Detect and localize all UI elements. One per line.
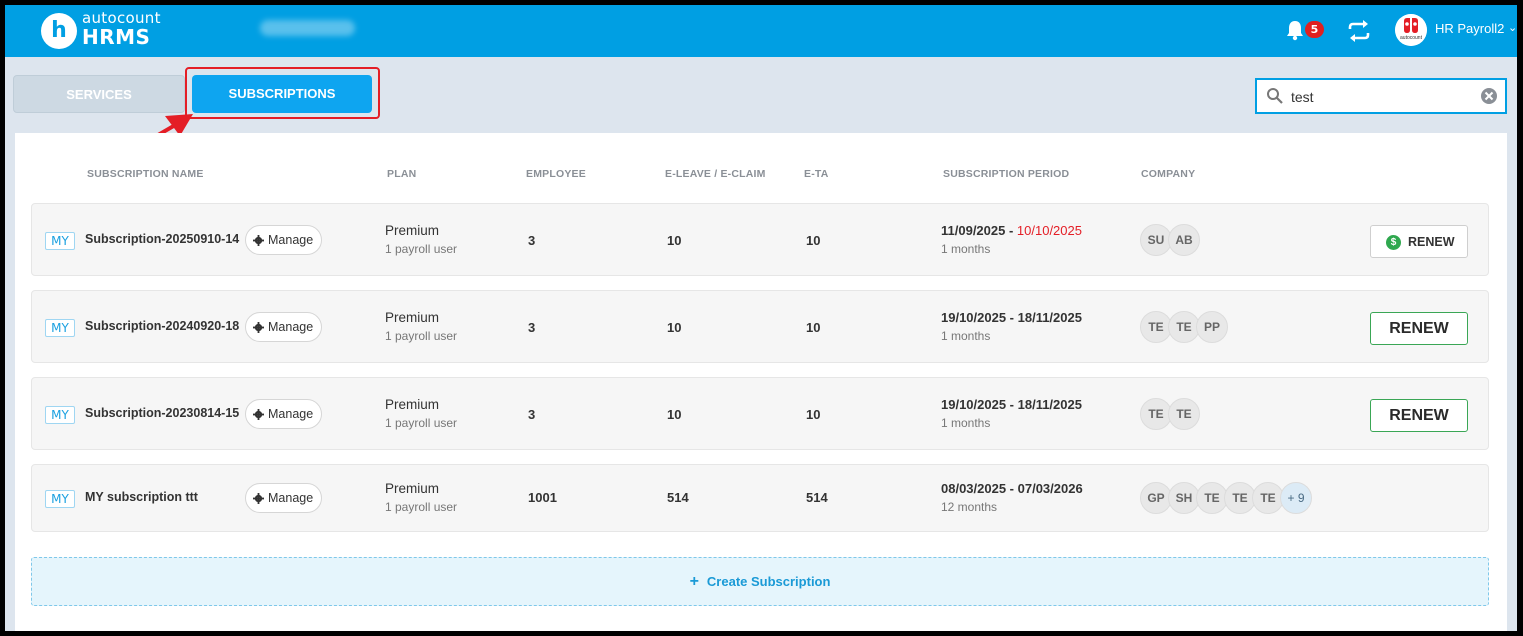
country-tag: MY [45,319,75,337]
subscription-name: Subscription-20250910-14 [85,232,240,246]
leave-claim-count: 10 [667,407,682,422]
renew-label: RENEW [1408,235,1455,249]
eta-count: 514 [806,490,828,505]
column-header-eta: E-TA [804,168,829,180]
leave-claim-count: 514 [667,490,689,505]
plan-name: Premium [385,310,440,325]
subscription-period: 19/10/2025 - 18/11/2025 [941,310,1082,325]
period-duration: 1 months [941,242,991,256]
manage-label: Manage [268,491,314,505]
table-row: MY MY subscription ttt Manage Premium 1 … [31,464,1489,532]
manage-button[interactable]: Manage [245,312,322,342]
eta-count: 10 [806,407,821,422]
manage-label: Manage [268,233,314,247]
gear-icon [253,493,264,504]
plan-name: Premium [385,397,440,412]
gear-icon [253,322,264,333]
employee-count: 3 [528,233,536,248]
manage-button[interactable]: Manage [245,483,322,513]
plan-name: Premium [385,481,440,496]
create-subscription-button[interactable]: + Create Subscription [31,557,1489,606]
search-input[interactable] [1291,87,1471,107]
plan-detail: 1 payroll user [385,329,458,343]
employee-count: 3 [528,407,536,422]
manage-button[interactable]: Manage [245,399,322,429]
employee-count: 1001 [528,490,557,505]
plan-detail: 1 payroll user [385,500,458,514]
avatar-text: autocount [1400,35,1422,41]
gear-icon [253,409,264,420]
subscription-period: 08/03/2025 - 07/03/2026 [941,481,1083,496]
period-duration: 1 months [941,329,991,343]
plus-icon: + [689,573,699,590]
chevron-down-icon[interactable]: ⌄ [1508,21,1517,34]
subscription-period: 19/10/2025 - 18/11/2025 [941,397,1082,412]
period-duration: 1 months [941,416,991,430]
manage-button[interactable]: Manage [245,225,322,255]
period-duration: 12 months [941,500,998,514]
company-chip[interactable]: PP [1196,311,1228,343]
period-start: 11/09/2025 - [941,223,1017,238]
clear-search-icon[interactable] [1480,87,1498,105]
more-companies-chip[interactable]: + 9 [1280,482,1312,514]
plan-detail: 1 payroll user [385,242,458,256]
company-name-blurred [260,20,355,36]
leave-claim-count: 10 [667,233,682,248]
column-header-company: COMPANY [1141,168,1196,180]
highlight-annotation-box [185,67,380,119]
table-row: MY Subscription-20240920-18 Manage Premi… [31,290,1489,363]
logo-product: HRMS [82,25,151,49]
user-name[interactable]: HR Payroll2 [1435,21,1504,36]
leave-claim-count: 10 [667,320,682,335]
eta-count: 10 [806,233,821,248]
dollar-icon: $ [1386,235,1401,250]
table-row: MY Subscription-20250910-14 Manage Premi… [31,203,1489,276]
table-row: MY Subscription-20230814-15 Manage Premi… [31,377,1489,450]
column-header-name: SUBSCRIPTION NAME [87,168,204,180]
subscriptions-panel: SUBSCRIPTION NAME PLAN EMPLOYEE E-LEAVE … [15,133,1507,631]
avatar-logo-icon [1395,14,1427,46]
top-bar: h autocount HRMS 5 autocount HR Payroll2… [5,5,1517,57]
subscription-name: Subscription-20230814-15 [85,406,240,420]
logo-icon[interactable]: h [41,13,77,49]
column-header-plan: PLAN [387,168,417,180]
column-header-period: SUBSCRIPTION PERIOD [943,168,1070,180]
subscription-name: Subscription-20240920-18 [85,319,240,333]
avatar[interactable]: autocount [1395,14,1427,46]
app-window: h autocount HRMS 5 autocount HR Payroll2… [5,5,1517,631]
manage-label: Manage [268,407,314,421]
subscription-period: 11/09/2025 - 10/10/2025 [941,223,1082,238]
renew-button[interactable]: $ RENEW [1370,225,1468,258]
country-tag: MY [45,232,75,250]
plan-name: Premium [385,223,440,238]
company-chip[interactable]: TE [1168,398,1200,430]
search-box [1255,78,1507,114]
renew-button[interactable]: RENEW [1370,312,1468,345]
sync-icon[interactable] [1346,18,1372,44]
search-icon [1267,88,1283,104]
notification-count-badge: 5 [1305,21,1324,38]
create-subscription-label: Create Subscription [706,574,831,589]
employee-count: 3 [528,320,536,335]
tab-services[interactable]: SERVICES [13,75,185,113]
period-end-expiring: 10/10/2025 [1016,223,1082,238]
manage-label: Manage [268,320,314,334]
plan-detail: 1 payroll user [385,416,458,430]
country-tag: MY [45,406,75,424]
column-header-leave-claim: E-LEAVE / E-CLAIM [665,168,766,180]
renew-button[interactable]: RENEW [1370,399,1468,432]
column-header-employee: EMPLOYEE [526,168,586,180]
country-tag: MY [45,490,75,508]
gear-icon [253,235,264,246]
subscription-name: MY subscription ttt [85,490,198,504]
eta-count: 10 [806,320,821,335]
bell-icon[interactable] [1285,19,1305,41]
company-chip[interactable]: AB [1168,224,1200,256]
